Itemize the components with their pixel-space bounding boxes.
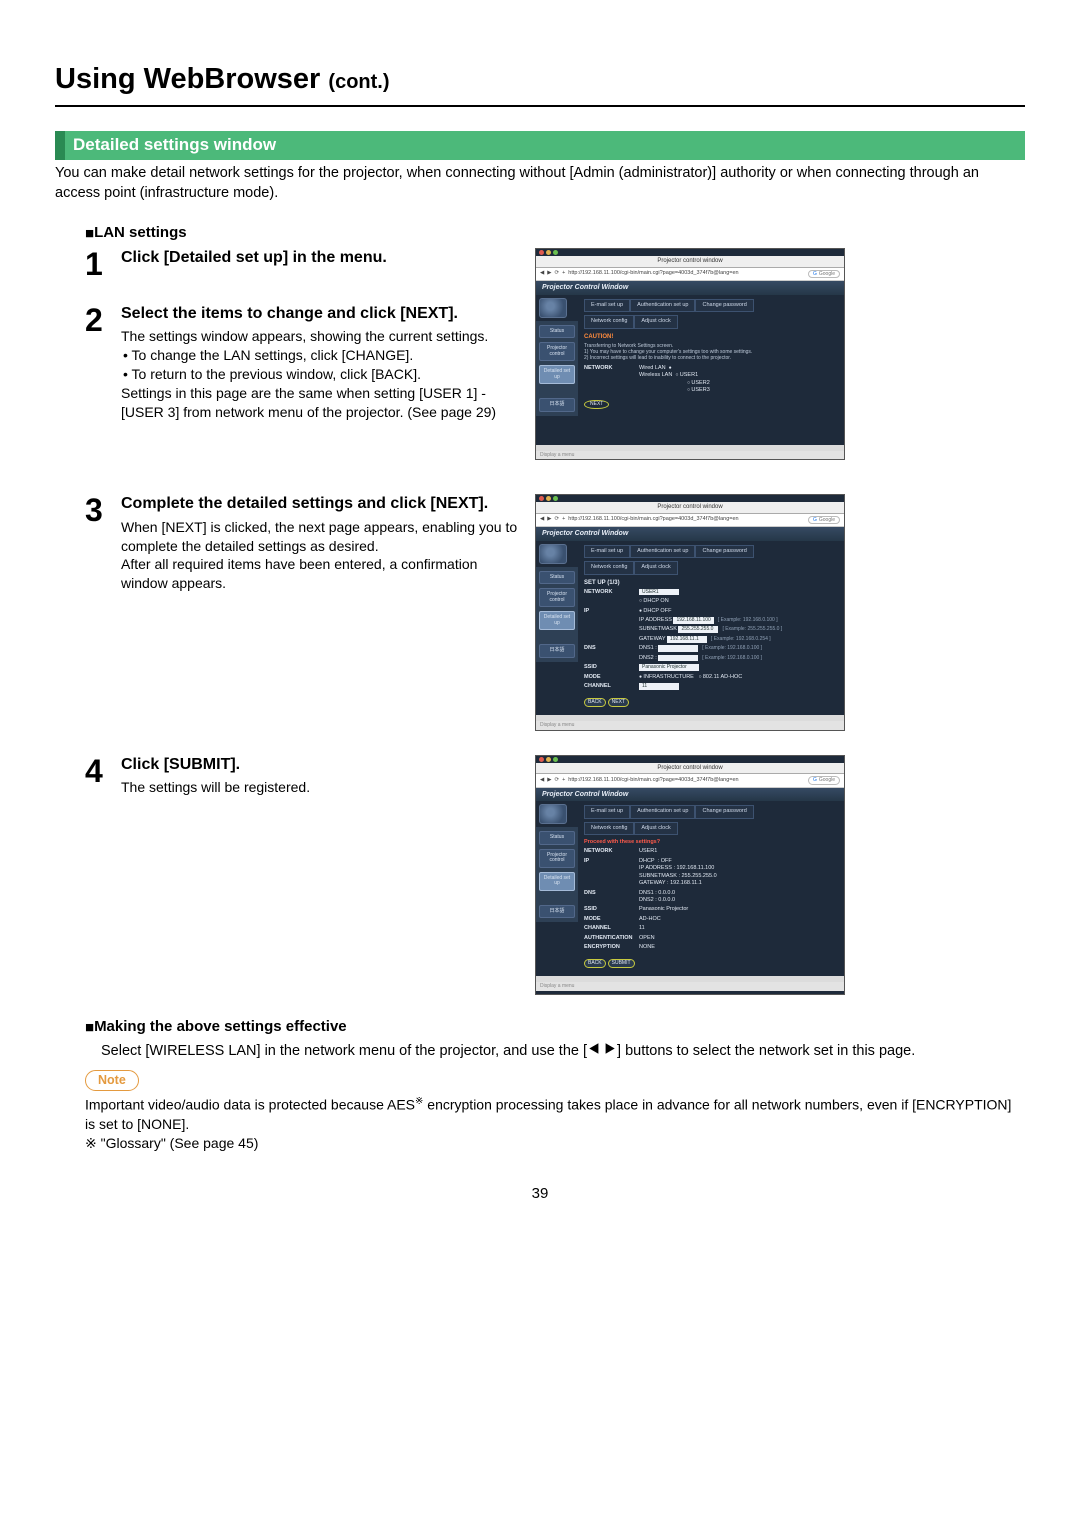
step-2-d1: The settings window appears, showing the… <box>121 327 525 346</box>
nav-back-icon[interactable]: ◀ <box>540 516 544 523</box>
tab-network[interactable]: Network config <box>584 315 634 328</box>
add-icon[interactable]: + <box>562 270 565 277</box>
title-cont: (cont.) <box>328 71 389 93</box>
step-3-d2: After all required items have been enter… <box>121 555 525 593</box>
step-3-num: 3 <box>85 494 121 593</box>
step-4: 4 Click [SUBMIT]. The settings will be r… <box>85 755 525 797</box>
step-1-head: Click [Detailed set up] in the menu. <box>121 248 525 267</box>
step-1-num: 1 <box>85 248 121 282</box>
reload-icon[interactable]: ⟳ <box>554 516 559 523</box>
next-button-1[interactable]: NEXT <box>584 400 609 409</box>
next-button-2[interactable]: NEXT <box>608 698 629 707</box>
back-button-2[interactable]: BACK <box>584 698 606 707</box>
step-4-d1: The settings will be registered. <box>121 778 525 797</box>
note-glossary: ※ "Glossary" (See page 45) <box>85 1134 1015 1154</box>
nav-back-icon[interactable]: ◀ <box>540 270 544 277</box>
submit-button-3[interactable]: SUBMIT <box>608 959 635 968</box>
caution-label: CAUTION! <box>584 333 838 341</box>
making-body: Select [WIRELESS LAN] in the network men… <box>101 1042 1005 1062</box>
tab-change-pw[interactable]: Change password <box>695 299 753 312</box>
reload-icon[interactable]: ⟳ <box>554 270 559 277</box>
step-2-head: Select the items to change and click [NE… <box>121 304 525 323</box>
add-icon[interactable]: + <box>562 516 565 523</box>
back-button-3[interactable]: BACK <box>584 959 606 968</box>
step-2-d3: • To return to the previous window, clic… <box>123 365 525 384</box>
step-2-d2: • To change the LAN settings, click [CHA… <box>123 346 525 365</box>
reload-icon[interactable]: ⟳ <box>554 777 559 784</box>
tab-auth[interactable]: Authentication set up <box>630 299 695 312</box>
search-box[interactable]: GGoogle <box>808 270 840 279</box>
title-main: Using WebBrowser <box>55 63 328 95</box>
step-4-num: 4 <box>85 755 121 797</box>
step-2-num: 2 <box>85 304 121 422</box>
shot1-window-title: Projector control window <box>536 256 844 267</box>
logo-icon <box>539 544 567 564</box>
shot1-panel-title: Projector Control Window <box>536 281 844 294</box>
step-2-d4: Settings in this page are the same when … <box>121 384 525 422</box>
url-field[interactable]: http://192.168.11.100/cgi-bin/main.cgi?p… <box>568 270 805 277</box>
step-3-head: Complete the detailed settings and click… <box>121 494 525 513</box>
sidebar-status[interactable]: Status <box>539 325 575 339</box>
logo-icon <box>539 804 567 824</box>
tab-email[interactable]: E-mail set up <box>584 299 630 312</box>
step-3: 3 Complete the detailed settings and cli… <box>85 494 525 593</box>
screenshot-2: Projector control window ◀▶ ⟳ + http://1… <box>535 494 845 730</box>
making-heading: ■Making the above settings effective <box>85 1017 1025 1038</box>
page-number: 39 <box>55 1184 1025 1204</box>
nav-back-icon[interactable]: ◀ <box>540 777 544 784</box>
lan-settings-heading: ■LAN settings <box>85 223 1025 244</box>
left-right-arrow-icon <box>587 1042 617 1055</box>
screenshot-1: Projector control window ◀▶ ⟳ + http://1… <box>535 248 845 460</box>
square-icon: ■ <box>85 224 94 244</box>
square-icon: ■ <box>85 1018 94 1038</box>
sidebar-detailed-setup[interactable]: Detailed set up <box>539 365 575 384</box>
nav-fwd-icon[interactable]: ▶ <box>547 516 551 523</box>
step-1: 1 Click [Detailed set up] in the menu. <box>85 248 525 282</box>
note-body: Important video/audio data is protected … <box>85 1095 1015 1135</box>
step-2: 2 Select the items to change and click [… <box>85 304 525 422</box>
add-icon[interactable]: + <box>562 777 565 784</box>
page-title: Using WebBrowser (cont.) <box>55 60 1025 107</box>
tab-clock[interactable]: Adjust clock <box>634 315 677 328</box>
screenshot-3: Projector control window ◀▶ ⟳ + http://1… <box>535 755 845 995</box>
intro-text: You can make detail network settings for… <box>55 164 1025 203</box>
logo-icon <box>539 298 567 318</box>
nav-fwd-icon[interactable]: ▶ <box>547 270 551 277</box>
step-4-head: Click [SUBMIT]. <box>121 755 525 774</box>
section-header: Detailed settings window <box>55 131 1025 160</box>
step-3-d1: When [NEXT] is clicked, the next page ap… <box>121 518 525 556</box>
sidebar-proj-control[interactable]: Projector control <box>539 342 575 361</box>
note-pill: Note <box>85 1070 139 1091</box>
nav-fwd-icon[interactable]: ▶ <box>547 777 551 784</box>
sidebar-japanese[interactable]: 日本語 <box>539 398 575 412</box>
wired-radio[interactable] <box>669 365 672 371</box>
